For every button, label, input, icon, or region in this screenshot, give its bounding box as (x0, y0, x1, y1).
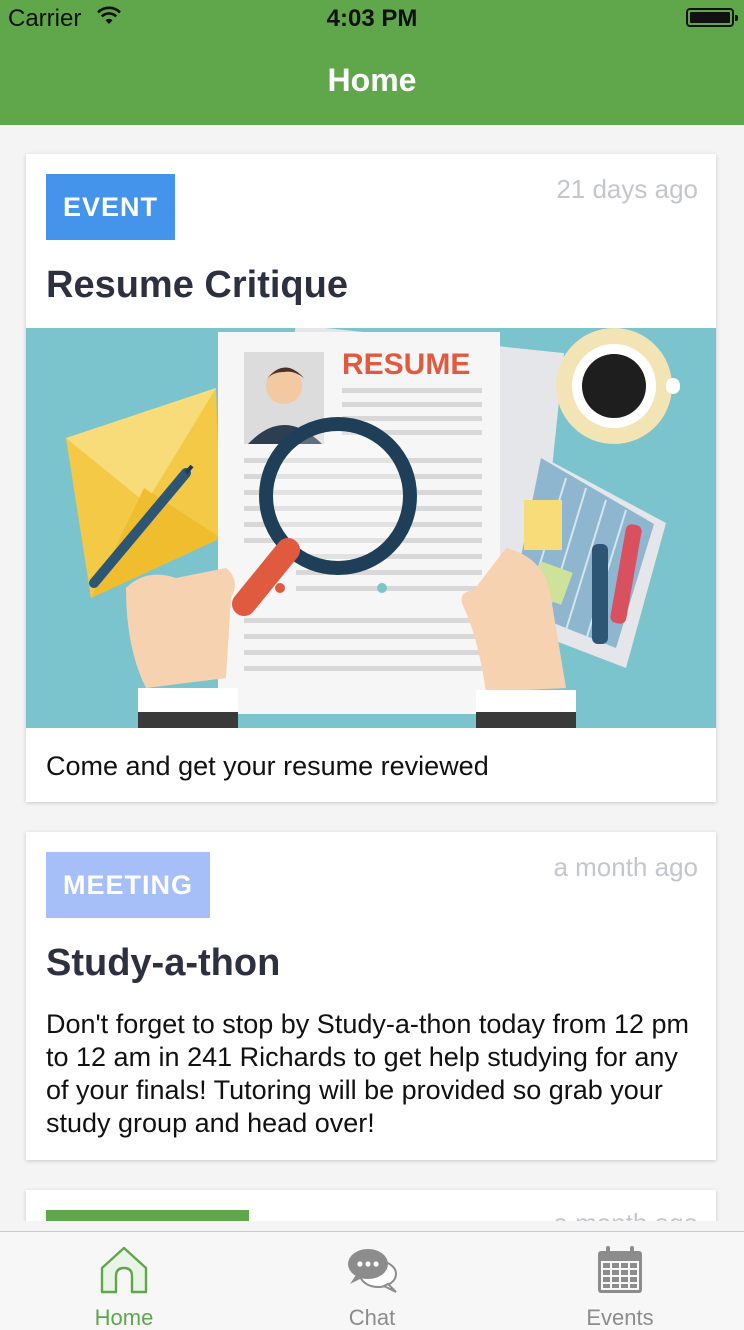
resume-illustration: RESUME (66, 328, 680, 728)
tab-home[interactable]: Home (0, 1232, 248, 1330)
feed-card-partial[interactable]: a month ago (26, 1190, 716, 1221)
calendar-icon (598, 1246, 642, 1293)
event-image: RESUME (26, 328, 716, 728)
card-description: Come and get your resume reviewed (46, 751, 489, 781)
category-badge-meeting: MEETING (46, 852, 211, 918)
category-badge (46, 1210, 249, 1221)
resume-heading: RESUME (342, 348, 470, 381)
tab-chat-label: Chat (348, 1305, 396, 1330)
tab-home-label: Home (94, 1305, 154, 1330)
envelope-illustration (66, 388, 221, 598)
time-ago: a month ago (553, 852, 698, 882)
home-icon (100, 1246, 148, 1294)
tab-chat[interactable]: Chat (248, 1232, 496, 1330)
battery-fill (690, 12, 730, 23)
battery-nub (735, 15, 738, 21)
tab-events-label: Events (586, 1305, 654, 1330)
status-time: 4:03 PM (326, 5, 418, 32)
top-bar: Carrier 4:03 PM Home (0, 0, 744, 125)
feed-card-study-a-thon[interactable]: MEETING a month ago Study-a-thon Don't f… (26, 832, 716, 1160)
card-description: Don't forget to stop by Study-a-thon tod… (46, 1009, 689, 1138)
feed-card-resume-critique[interactable]: EVENT 21 days ago Resume Critique RESUME… (26, 154, 716, 802)
feed-list[interactable]: EVENT 21 days ago Resume Critique RESUME… (0, 125, 744, 1221)
page-title: Home (327, 62, 417, 98)
card-title: Study-a-thon (46, 942, 281, 984)
card-title: Resume Critique (46, 264, 348, 306)
category-badge-event: EVENT (46, 174, 176, 240)
time-ago: a month ago (553, 1208, 698, 1221)
coffee-cup-illustration (556, 328, 680, 444)
status-bar: Carrier 4:03 PM (0, 0, 744, 36)
tab-bar: Home Chat Events (0, 1231, 744, 1330)
battery-icon (686, 8, 738, 27)
tab-events[interactable]: Events (496, 1232, 744, 1330)
chat-icon (348, 1249, 397, 1293)
time-ago: 21 days ago (556, 174, 698, 204)
